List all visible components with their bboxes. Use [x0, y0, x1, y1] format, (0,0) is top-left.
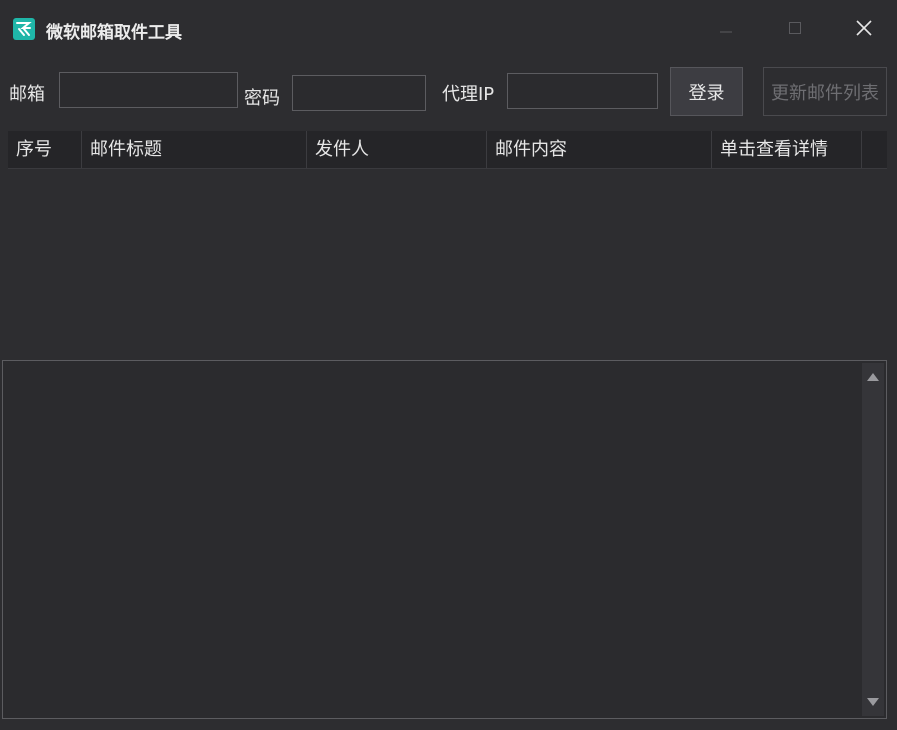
password-input[interactable] — [292, 75, 426, 111]
table-header: 序号 邮件标题 发件人 邮件内容 单击查看详情 — [8, 131, 887, 169]
login-button[interactable]: 登录 — [670, 67, 743, 116]
window-title: 微软邮箱取件工具 — [46, 23, 182, 43]
column-header-filler — [862, 131, 887, 168]
minimize-icon — [720, 31, 732, 33]
log-textarea[interactable] — [2, 360, 887, 719]
scroll-up-arrow-icon — [867, 373, 879, 381]
password-label: 密码 — [244, 88, 280, 109]
vertical-scrollbar[interactable] — [862, 363, 884, 716]
column-header-sender[interactable]: 发件人 — [307, 131, 487, 168]
scroll-down-arrow-icon — [867, 698, 879, 706]
proxy-ip-input[interactable] — [507, 73, 658, 109]
email-input[interactable] — [59, 72, 238, 108]
scroll-down-button[interactable] — [862, 691, 884, 713]
app-logo-icon — [13, 18, 35, 40]
scroll-up-button[interactable] — [862, 366, 884, 388]
mail-table[interactable]: 序号 邮件标题 发件人 邮件内容 单击查看详情 — [8, 131, 887, 359]
column-header-index[interactable]: 序号 — [8, 131, 82, 168]
maximize-icon — [789, 22, 801, 34]
minimize-button[interactable] — [706, 14, 746, 42]
close-icon — [856, 20, 872, 36]
column-header-content[interactable]: 邮件内容 — [487, 131, 712, 168]
column-header-subject[interactable]: 邮件标题 — [82, 131, 307, 168]
main-window: 微软邮箱取件工具 邮箱 密码 代理IP 登录 更新邮件列表 序号 邮件标题 发件… — [0, 0, 897, 730]
column-header-details[interactable]: 单击查看详情 — [712, 131, 862, 168]
maximize-button[interactable] — [775, 14, 815, 42]
title-bar[interactable]: 微软邮箱取件工具 — [0, 0, 897, 58]
email-label: 邮箱 — [9, 84, 45, 105]
close-button[interactable] — [844, 14, 884, 42]
refresh-mail-list-button[interactable]: 更新邮件列表 — [763, 67, 887, 116]
proxy-ip-label: 代理IP — [442, 84, 495, 105]
